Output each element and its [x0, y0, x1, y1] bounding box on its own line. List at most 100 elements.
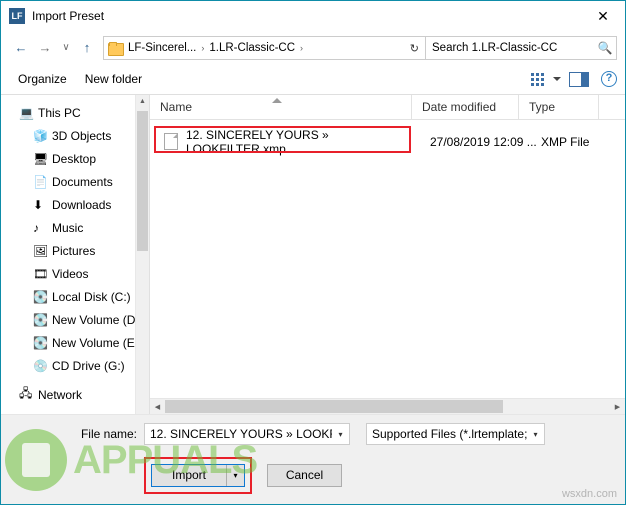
network-icon: 🖧: [19, 386, 33, 400]
toolbar-right-group: ?: [531, 71, 625, 87]
sidebar-item-label: Music: [52, 220, 84, 235]
address-bar[interactable]: LF-Sincerel... › 1.LR-Classic-CC › ↻: [103, 36, 426, 60]
sidebar-item-network[interactable]: 🖧 Network: [1, 383, 149, 406]
search-input[interactable]: Search 1.LR-Classic-CC: [426, 42, 594, 54]
breadcrumb-separator-1: ›: [300, 43, 304, 53]
xmp-file-icon: [164, 133, 178, 150]
sidebar-item-label: Network: [38, 387, 83, 402]
file-name-row: File name: 12. SINCERELY YOURS » LOOKFIL…: [11, 423, 615, 445]
sidebar-item-label: Documents: [52, 174, 113, 189]
sidebar-item-cd-drive-g[interactable]: 💿 CD Drive (G:): [1, 354, 149, 377]
column-header-type[interactable]: Type: [519, 95, 599, 119]
breadcrumb-item-1[interactable]: 1.LR-Classic-CC: [209, 42, 295, 54]
navigation-pane: 💻 This PC 🧊 3D Objects 🖥 Desktop 📄 Docum…: [1, 95, 149, 414]
navigation-bar: ← → ∨ ↑ LF-Sincerel... › 1.LR-Classic-CC…: [1, 32, 625, 64]
disk-icon: 💽: [33, 335, 48, 350]
sidebar-item-this-pc[interactable]: 💻 This PC: [1, 101, 149, 124]
table-row[interactable]: 12. SINCERELY YOURS » LOOKFILTER.xmp 27/…: [150, 128, 625, 156]
file-list-horizontal-scrollbar[interactable]: ◀ ▶: [150, 398, 625, 414]
download-icon: ⬇: [33, 197, 44, 212]
view-dropdown-icon[interactable]: [553, 77, 561, 81]
scroll-up-icon[interactable]: ▲: [136, 95, 149, 109]
back-button[interactable]: ←: [9, 36, 33, 60]
scroll-track[interactable]: [165, 399, 610, 414]
import-dropdown-icon[interactable]: ▾: [227, 465, 244, 486]
sidebar-item-3d-objects[interactable]: 🧊 3D Objects: [1, 124, 149, 147]
column-header-filler: [599, 95, 625, 119]
sidebar-item-music[interactable]: ♪ Music: [1, 216, 149, 239]
cube-icon: 🧊: [33, 128, 48, 143]
disk-icon: 💽: [33, 289, 48, 304]
refresh-icon[interactable]: ↻: [404, 42, 425, 55]
sidebar-scrollbar[interactable]: ▲: [135, 95, 149, 414]
disk-icon: 💽: [33, 312, 48, 327]
forward-button[interactable]: →: [33, 36, 57, 60]
column-header-date-modified[interactable]: Date modified: [412, 95, 519, 119]
column-header-name[interactable]: Name: [150, 95, 412, 119]
file-type-cell: XMP File: [541, 134, 590, 149]
search-icon: 🔍: [597, 41, 613, 55]
file-name-value: 12. SINCERELY YOURS » LOOKFILTER.: [150, 427, 332, 441]
app-icon: LF: [9, 8, 25, 24]
help-icon[interactable]: ?: [601, 71, 617, 87]
up-button[interactable]: ↑: [75, 36, 99, 60]
new-folder-button[interactable]: New folder: [76, 68, 151, 90]
window-title: Import Preset: [32, 9, 105, 23]
import-button[interactable]: Import ▾: [151, 464, 245, 487]
sidebar-item-new-volume-d[interactable]: 💽 New Volume (D:): [1, 308, 149, 331]
column-header-name-label: Name: [160, 100, 193, 114]
recent-locations-button[interactable]: ∨: [57, 36, 75, 60]
computer-icon: 💻: [19, 105, 34, 120]
breadcrumb-separator-0: ›: [201, 43, 205, 53]
sidebar-item-label: This PC: [38, 105, 81, 120]
file-name-cell: 12. SINCERELY YOURS » LOOKFILTER.xmp: [186, 127, 329, 156]
sidebar-item-label: Desktop: [52, 151, 97, 166]
corner-watermark: wsxdn.com: [561, 488, 617, 500]
dialog-footer: File name: 12. SINCERELY YOURS » LOOKFIL…: [1, 414, 625, 504]
desktop-icon: 🖥: [33, 151, 49, 166]
music-icon: ♪: [33, 220, 39, 235]
sidebar-item-documents[interactable]: 📄 Documents: [1, 170, 149, 193]
dialog-button-row: Import ▾ Cancel: [11, 457, 615, 494]
sidebar-item-local-disk-c[interactable]: 💽 Local Disk (C:): [1, 285, 149, 308]
scroll-left-icon[interactable]: ◀: [150, 403, 165, 411]
pictures-icon: 🖼: [33, 243, 49, 258]
view-layout-icon[interactable]: [531, 72, 549, 86]
scroll-thumb[interactable]: [137, 111, 148, 251]
preview-pane-icon[interactable]: [569, 71, 589, 87]
sidebar-item-downloads[interactable]: ⬇ Downloads: [1, 193, 149, 216]
dialog-body: 💻 This PC 🧊 3D Objects 🖥 Desktop 📄 Docum…: [1, 95, 625, 414]
scroll-thumb[interactable]: [165, 400, 503, 413]
cd-icon: 💿: [33, 358, 48, 373]
sidebar-item-label: New Volume (E:): [52, 335, 143, 350]
organize-button[interactable]: Organize: [9, 68, 76, 90]
breadcrumb-item-0[interactable]: LF-Sincerel...: [128, 42, 196, 54]
title-bar: LF Import Preset ✕: [1, 1, 625, 32]
scroll-right-icon[interactable]: ▶: [610, 403, 625, 411]
sidebar-item-label: Local Disk (C:): [52, 289, 131, 304]
sidebar-item-label: 3D Objects: [52, 128, 112, 143]
sidebar-item-desktop[interactable]: 🖥 Desktop: [1, 147, 149, 170]
sidebar-item-new-volume-e[interactable]: 💽 New Volume (E:): [1, 331, 149, 354]
import-button-label[interactable]: Import: [152, 465, 226, 486]
command-toolbar: Organize New folder ?: [1, 64, 625, 95]
file-name-input[interactable]: 12. SINCERELY YOURS » LOOKFILTER. ▾: [144, 423, 350, 445]
sidebar-item-label: Videos: [52, 266, 89, 281]
file-type-filter-select[interactable]: Supported Files (*.lrtemplate; *. ▾: [366, 423, 545, 445]
file-type-filter-value: Supported Files (*.lrtemplate; *.: [372, 427, 527, 441]
sidebar-item-pictures[interactable]: 🖼 Pictures: [1, 239, 149, 262]
file-list-pane: Name Date modified Type 12. SINCERELY YO…: [149, 95, 625, 414]
file-date-cell: 27/08/2019 12:09 ...: [430, 134, 537, 149]
sort-ascending-icon: [272, 98, 282, 103]
close-icon[interactable]: ✕: [581, 2, 625, 31]
chevron-down-icon[interactable]: ▾: [332, 430, 349, 439]
column-header-row: Name Date modified Type: [150, 95, 625, 120]
search-box[interactable]: Search 1.LR-Classic-CC 🔍: [426, 36, 617, 60]
sidebar-item-videos[interactable]: 🎞 Videos: [1, 262, 149, 285]
sidebar-item-label: Pictures: [52, 243, 96, 258]
chevron-down-icon[interactable]: ▾: [527, 430, 544, 439]
cancel-button[interactable]: Cancel: [267, 464, 342, 487]
folder-icon: [108, 41, 124, 56]
file-name-label: File name:: [80, 427, 137, 441]
sidebar-item-label: New Volume (D:): [52, 312, 143, 327]
